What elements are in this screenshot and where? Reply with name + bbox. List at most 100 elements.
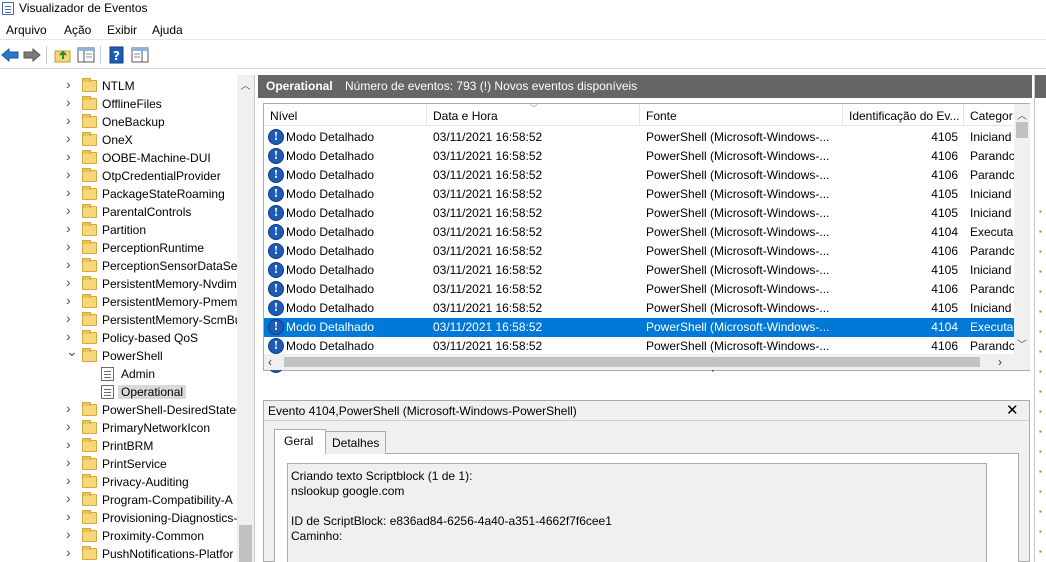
action-item-icon[interactable]: ▪ [1039, 427, 1042, 436]
column-id-evento[interactable]: Identificação do Ev... [843, 104, 964, 126]
action-item-icon[interactable]: ▪ [1039, 487, 1042, 496]
tree-item[interactable]: Operational [0, 383, 237, 401]
chevron-right-icon[interactable]: › [66, 526, 71, 542]
tree-item[interactable]: › Proximity-Common [0, 526, 237, 545]
event-row[interactable]: ! Modo Detalhado 03/11/2021 16:58:52 PowerS… [264, 299, 1014, 318]
tree-item[interactable]: › OneBackup [0, 112, 237, 131]
event-row[interactable]: ! Modo Detalhado 03/11/2021 16:58:52 PowerS… [264, 280, 1015, 299]
chevron-right-icon[interactable]: › [66, 256, 71, 272]
tree-item[interactable]: › PowerShell-DesiredStateC [0, 400, 245, 419]
help-button[interactable]: ? [107, 45, 127, 65]
chevron-right-icon[interactable]: › [66, 472, 71, 488]
action-item-icon[interactable]: ▪ [1039, 247, 1042, 256]
close-icon[interactable]: ✕ [1006, 401, 1019, 419]
tree-item[interactable]: › PersistentMemory-ScmBu [0, 310, 241, 329]
scroll-right-icon[interactable]: › [998, 355, 1002, 369]
tree-item[interactable]: Admin [0, 365, 237, 383]
chevron-right-icon[interactable]: › [66, 76, 71, 92]
up-one-level-button[interactable] [53, 45, 73, 65]
menu-ajuda[interactable]: Ajuda [152, 23, 183, 37]
tree-scrollbar[interactable]: ︿ [237, 75, 254, 562]
tree-item[interactable]: › PersistentMemory-Nvdim [0, 274, 237, 293]
hscroll-thumb[interactable] [284, 357, 980, 367]
tree-item[interactable]: › OOBE-Machine-DUI [0, 148, 237, 167]
event-row[interactable]: ! Modo Detalhado 03/11/2021 16:58:52 PowerS… [264, 318, 1014, 337]
forward-button[interactable] [22, 45, 42, 65]
action-item-icon[interactable]: ▪ [1039, 307, 1042, 316]
menu-arquivo[interactable]: Arquivo [6, 23, 47, 37]
chevron-right-icon[interactable]: › [66, 220, 71, 236]
chevron-right-icon[interactable]: › [66, 130, 71, 146]
tab-detalhes[interactable]: Detalhes [326, 431, 387, 454]
event-description[interactable]: Criando texto Scriptblock (1 de 1): nslo… [287, 463, 987, 562]
tree-item[interactable]: › PerceptionRuntime [0, 238, 237, 257]
back-button[interactable] [0, 45, 20, 65]
chevron-right-icon[interactable]: › [66, 184, 71, 200]
event-list-vertical-scrollbar[interactable]: ︿ ﹀ [1014, 104, 1030, 354]
event-row[interactable]: ! Modo Detalhado 03/11/2021 16:58:52 PowerS… [264, 185, 1014, 204]
chevron-right-icon[interactable]: › [66, 292, 71, 308]
tree-item[interactable]: › Provisioning-Diagnostics- [0, 508, 237, 527]
tree-item[interactable]: › PersistentMemory-Pmem [0, 292, 237, 311]
chevron-right-icon[interactable]: › [66, 148, 71, 164]
tree-item[interactable]: › PackageStateRoaming [0, 184, 237, 203]
chevron-right-icon[interactable]: › [66, 238, 71, 254]
tree-item[interactable]: › PerceptionSensorDataServ [0, 256, 247, 275]
event-row[interactable]: ! Modo Detalhado 03/11/2021 16:58:52 PowerS… [264, 147, 1015, 166]
scroll-thumb[interactable] [1016, 122, 1028, 138]
tree-item[interactable]: › PrimaryNetworkIcon [0, 418, 237, 437]
chevron-right-icon[interactable]: › [66, 436, 71, 452]
chevron-right-icon[interactable]: › [66, 544, 71, 560]
tree-item[interactable]: › Program-Compatibility-A [0, 490, 237, 509]
event-row[interactable]: ! Modo Detalhado 03/11/2021 16:58:52 PowerS… [264, 261, 1014, 280]
chevron-right-icon[interactable]: › [66, 490, 71, 506]
action-item-icon[interactable]: ▪ [1039, 527, 1042, 536]
event-list-horizontal-scrollbar[interactable]: ‹ › [264, 354, 1030, 370]
event-row[interactable]: ! Modo Detalhado 03/11/2021 16:58:52 PowerS… [264, 204, 1014, 223]
column-categoria[interactable]: Categor [964, 104, 1014, 126]
chevron-right-icon[interactable]: › [66, 166, 71, 182]
tree-item[interactable]: › OfflineFiles [0, 94, 237, 113]
action-item-icon[interactable]: ▪ [1039, 267, 1042, 276]
tree-item[interactable]: › OtpCredentialProvider [0, 166, 237, 185]
scroll-down-icon[interactable]: ﹀ [1014, 336, 1030, 351]
show-hide-tree-button[interactable] [76, 45, 96, 65]
tree-item[interactable]: › NTLM [0, 76, 237, 95]
tree-item[interactable]: › ParentalControls [0, 202, 237, 221]
action-item-icon[interactable]: ▪ [1039, 327, 1042, 336]
event-row[interactable]: ! Modo Detalhado 03/11/2021 16:58:52 PowerS… [264, 166, 1015, 185]
action-item-icon[interactable]: ▪ [1039, 347, 1042, 356]
scroll-up-icon[interactable]: ︿ [237, 77, 254, 92]
scroll-thumb[interactable] [239, 525, 252, 562]
chevron-right-icon[interactable]: › [66, 400, 71, 416]
column-fonte[interactable]: Fonte [640, 104, 843, 126]
tree-item[interactable]: › PrintService [0, 454, 237, 473]
tree-item[interactable]: › Partition [0, 220, 237, 239]
chevron-right-icon[interactable]: › [66, 94, 71, 110]
column-nivel[interactable]: Nível [264, 104, 427, 126]
action-item-icon[interactable]: ▪ [1039, 387, 1042, 396]
action-item-icon[interactable]: ▪ [1039, 547, 1042, 556]
menu-exibir[interactable]: Exibir [107, 23, 137, 37]
tree-item[interactable]: ⌄ PowerShell [0, 343, 237, 365]
event-row[interactable]: ! Modo Detalhado 03/11/2021 16:58:52 PowerS… [264, 128, 1014, 147]
action-item-icon[interactable]: ▪ [1039, 287, 1042, 296]
chevron-right-icon[interactable]: › [66, 274, 71, 290]
tree-item[interactable]: › PushNotifications-Platfor [0, 544, 237, 562]
chevron-right-icon[interactable]: › [66, 202, 71, 218]
chevron-down-icon[interactable]: ⌄ [66, 343, 78, 360]
tree-item[interactable]: › PrintBRM [0, 436, 237, 455]
tab-geral[interactable]: Geral [274, 429, 326, 454]
scroll-up-icon[interactable]: ︿ [1014, 107, 1030, 122]
action-item-icon[interactable]: ▪ [1039, 467, 1042, 476]
menu-acao[interactable]: Ação [64, 23, 91, 37]
action-item-icon[interactable]: ▪ [1039, 367, 1042, 376]
event-row[interactable]: ! Modo Detalhado 03/11/2021 16:58:52 PowerS… [264, 223, 1014, 242]
action-item-icon[interactable]: ▪ [1039, 227, 1042, 236]
action-item-icon[interactable]: ▪ [1039, 207, 1042, 216]
chevron-right-icon[interactable]: › [66, 112, 71, 128]
scroll-left-icon[interactable]: ‹ [268, 355, 272, 369]
action-item-icon[interactable]: ▪ [1039, 507, 1042, 516]
chevron-right-icon[interactable]: › [66, 454, 71, 470]
action-pane-button[interactable] [130, 45, 150, 65]
